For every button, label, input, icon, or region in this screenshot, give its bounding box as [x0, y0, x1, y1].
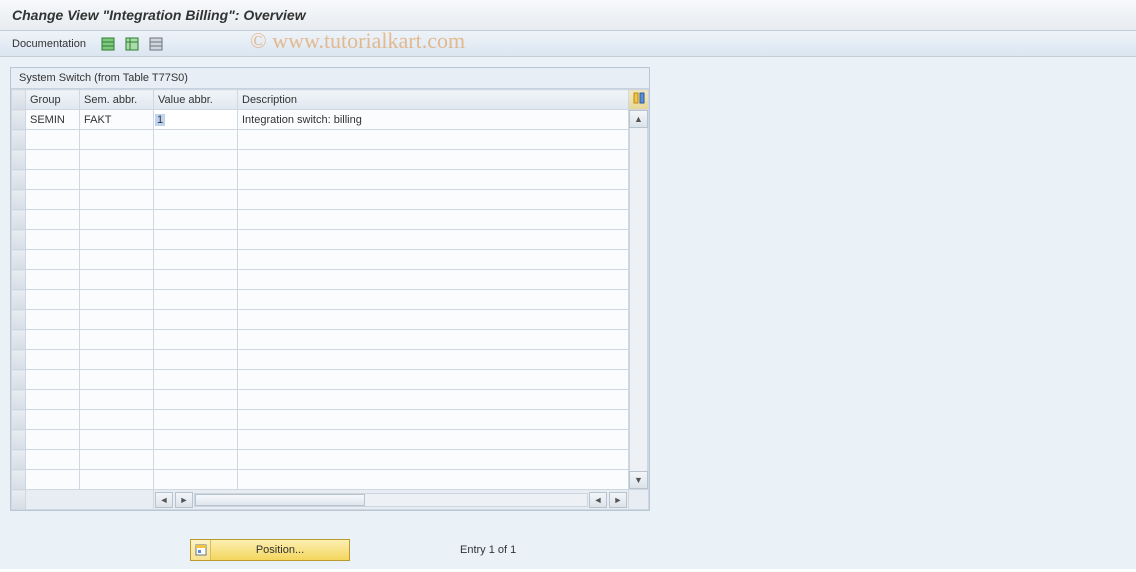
scroll-up-icon[interactable]: ▲ [629, 110, 648, 128]
hscroll-thumb[interactable] [195, 494, 365, 506]
table-row [12, 310, 649, 330]
row-selector[interactable] [12, 170, 26, 190]
row-selector[interactable] [12, 190, 26, 210]
vscroll-track[interactable] [629, 128, 648, 471]
value-input[interactable]: 1 [155, 114, 165, 126]
panel-title: System Switch (from Table T77S0) [11, 68, 649, 89]
table-row [12, 410, 649, 430]
table-row [12, 390, 649, 410]
table-row [12, 210, 649, 230]
row-selector[interactable] [12, 430, 26, 450]
col-group-header[interactable]: Group [26, 90, 80, 110]
row-selector[interactable] [12, 250, 26, 270]
hscroll-row: ◄ ► ◄ ► [12, 490, 649, 510]
scroll-left-icon[interactable]: ◄ [155, 492, 173, 508]
table-row [12, 190, 649, 210]
row-selector[interactable] [12, 350, 26, 370]
table-row [12, 250, 649, 270]
position-label: Position... [211, 544, 349, 556]
scroll-left2-icon[interactable]: ◄ [589, 492, 607, 508]
table-row [12, 330, 649, 350]
scroll-right2-icon[interactable]: ► [609, 492, 627, 508]
documentation-button[interactable]: Documentation [12, 38, 86, 50]
row-selector[interactable] [12, 310, 26, 330]
page-title: Change View "Integration Billing": Overv… [0, 0, 1136, 31]
header-row: Group Sem. abbr. Value abbr. Description [12, 90, 649, 110]
table-row [12, 170, 649, 190]
table-row [12, 370, 649, 390]
table-row [12, 430, 649, 450]
col-val-header[interactable]: Value abbr. [154, 90, 238, 110]
table-row [12, 470, 649, 490]
row-selector[interactable] [12, 290, 26, 310]
row-selector[interactable] [12, 370, 26, 390]
table-row [12, 230, 649, 250]
configure-columns-icon[interactable] [629, 90, 649, 110]
grid-wrap: Group Sem. abbr. Value abbr. Description… [11, 89, 649, 510]
content-area: System Switch (from Table T77S0) Group S… [0, 57, 1136, 569]
select-all-header[interactable] [12, 90, 26, 110]
position-button[interactable]: Position... [190, 539, 350, 561]
table-row: SEMIN FAKT 1 Integration switch: billing… [12, 110, 649, 130]
row-selector[interactable] [12, 230, 26, 250]
cell-sem: FAKT [80, 110, 154, 130]
table-row [12, 450, 649, 470]
table-green2-icon[interactable] [124, 36, 140, 52]
toolbar: Documentation [0, 31, 1136, 57]
table-row [12, 290, 649, 310]
row-selector[interactable] [12, 270, 26, 290]
table-row [12, 150, 649, 170]
row-selector[interactable] [12, 150, 26, 170]
table-row [12, 130, 649, 150]
cell-group: SEMIN [26, 110, 80, 130]
row-selector[interactable] [12, 130, 26, 150]
cell-val[interactable]: 1 [154, 110, 238, 130]
row-selector[interactable] [12, 470, 26, 490]
table-row [12, 270, 649, 290]
row-selector[interactable] [12, 110, 26, 130]
position-icon [191, 540, 211, 560]
footer: Position... Entry 1 of 1 [10, 539, 1126, 561]
entry-count-label: Entry 1 of 1 [460, 544, 516, 556]
row-selector[interactable] [12, 210, 26, 230]
row-selector[interactable] [12, 390, 26, 410]
row-selector[interactable] [12, 410, 26, 430]
cell-desc: Integration switch: billing [238, 110, 629, 130]
scroll-right-icon[interactable]: ► [175, 492, 193, 508]
col-sem-header[interactable]: Sem. abbr. [80, 90, 154, 110]
table-green-icon[interactable] [100, 36, 116, 52]
hscroll-track[interactable] [194, 493, 588, 507]
table-gray-icon[interactable] [148, 36, 164, 52]
row-selector[interactable] [12, 330, 26, 350]
data-grid: Group Sem. abbr. Value abbr. Description… [11, 89, 649, 510]
scroll-down-icon[interactable]: ▼ [629, 471, 648, 489]
col-desc-header[interactable]: Description [238, 90, 629, 110]
row-selector[interactable] [12, 450, 26, 470]
table-row [12, 350, 649, 370]
system-switch-panel: System Switch (from Table T77S0) Group S… [10, 67, 650, 511]
